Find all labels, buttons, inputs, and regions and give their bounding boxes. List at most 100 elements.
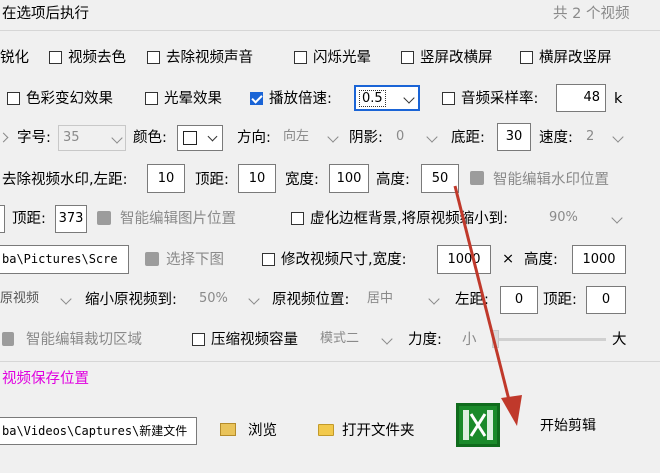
puzzle-icon [97, 211, 111, 225]
annotation-arrow [453, 185, 522, 426]
speed3-value: 2 [586, 129, 595, 144]
save-path-input[interactable]: ba\Videos\Captures\新建文件 [0, 417, 197, 445]
puzzle-icon [470, 171, 484, 185]
vertical-to-horizontal-label[interactable]: 竖屏改横屏 [420, 49, 493, 67]
browse-icon [220, 423, 236, 436]
start-edit-icon [456, 403, 500, 447]
smart-image-button[interactable]: 智能编辑图片位置 [120, 210, 236, 228]
sharpen-label[interactable]: 锐化 [0, 49, 29, 67]
chevron-down-icon [207, 131, 218, 142]
shrink-label: 缩小原视频到: [85, 292, 177, 308]
samplerate-unit: k [614, 91, 623, 107]
shadow-value: 0 [396, 129, 405, 144]
color-swatch [183, 131, 197, 145]
position-label: 原视频位置: [272, 292, 350, 308]
mute-checkbox[interactable] [147, 51, 160, 64]
direction-select[interactable]: 向左 [279, 125, 341, 151]
speed-value: 0.5 [359, 90, 386, 107]
samplerate-checkbox[interactable] [442, 92, 455, 105]
mode-select[interactable]: 模式二 [317, 327, 395, 353]
force-slider-thumb[interactable] [492, 330, 499, 348]
light-effect-checkbox[interactable] [145, 92, 158, 105]
image-top-label: 顶距: [12, 211, 46, 227]
mute-label[interactable]: 去除视频声音 [166, 49, 253, 67]
desaturate-checkbox[interactable] [49, 51, 62, 64]
color-picker[interactable] [177, 125, 223, 151]
watermark-top-input[interactable]: 10 [238, 164, 276, 193]
speed-select[interactable]: 0.5 [354, 85, 420, 111]
resize-height-input[interactable]: 1000 [572, 245, 626, 274]
compress-label[interactable]: 压缩视频容量 [211, 331, 298, 349]
browse-button[interactable]: 浏览 [248, 422, 277, 440]
watermark-width-label: 宽度: [285, 172, 319, 188]
partial-input[interactable] [0, 205, 5, 233]
resize-checkbox[interactable] [262, 253, 275, 266]
speed3-select[interactable]: 2 [582, 125, 626, 151]
image-top-input[interactable]: 373 [55, 205, 87, 233]
speed-checkbox[interactable] [250, 92, 263, 105]
color-warp-label[interactable]: 色彩变幻效果 [26, 90, 113, 108]
resize-width-input[interactable]: 1000 [437, 245, 491, 274]
chevron-down-icon [327, 131, 339, 143]
shadow-select[interactable]: 0 [392, 125, 440, 151]
blur-border-checkbox[interactable] [291, 212, 304, 225]
desaturate-label[interactable]: 视频去色 [68, 49, 126, 67]
select-image-button[interactable]: 选择下图 [166, 251, 224, 269]
mode-value: 模式二 [320, 331, 360, 346]
pos-top-label: 顶距: [543, 292, 577, 308]
font-size-value: 35 [63, 130, 80, 145]
vertical-to-horizontal-checkbox[interactable] [401, 51, 414, 64]
blur-size-select[interactable]: 90% [545, 206, 625, 232]
resize-label[interactable]: 修改视频尺寸,宽度: [281, 251, 407, 269]
bottom-distance-input[interactable]: 30 [497, 123, 531, 151]
smart-crop-button[interactable]: 智能编辑裁切区域 [26, 331, 142, 349]
horizontal-to-vertical-label[interactable]: 横屏改竖屏 [539, 49, 612, 67]
light-effect-label[interactable]: 光晕效果 [164, 90, 222, 108]
force-slider-track[interactable] [494, 338, 606, 341]
flash-label[interactable]: 闪烁光晕 [313, 49, 371, 67]
smart-watermark-button[interactable]: 智能编辑水印位置 [493, 171, 609, 189]
save-location-title: 视频保存位置 [2, 371, 89, 387]
chevron-down-icon [612, 131, 624, 143]
times-symbol: × [502, 251, 515, 267]
position-value: 居中 [367, 291, 394, 306]
blur-border-label[interactable]: 虚化边框背景,将原视频缩小到: [310, 210, 508, 228]
flash-checkbox[interactable] [294, 51, 307, 64]
speed-label[interactable]: 播放倍速: [269, 90, 332, 108]
color-warp-checkbox[interactable] [7, 92, 20, 105]
samplerate-input[interactable]: 48 [556, 84, 606, 112]
image-path-input[interactable]: ba\Pictures\Scre [0, 245, 129, 274]
chevron-down-icon [403, 92, 415, 104]
chevron-down-icon [428, 293, 440, 305]
font-size-select[interactable]: 35 [58, 125, 126, 151]
watermark-left-input[interactable]: 10 [147, 164, 185, 193]
bottom-distance-label: 底距: [451, 130, 485, 146]
direction-label: 方向: [237, 130, 271, 146]
source-select[interactable]: 原视频 [0, 287, 74, 313]
chevron-down-icon [381, 333, 393, 345]
pos-left-input[interactable]: 0 [500, 286, 538, 314]
force-label: 力度: [408, 332, 442, 348]
chevron-down-icon [611, 212, 623, 224]
chevron-icon [0, 132, 9, 143]
horizontal-to-vertical-checkbox[interactable] [520, 51, 533, 64]
chevron-down-icon [111, 132, 123, 144]
chevron-down-icon [426, 131, 438, 143]
resize-height-label: 高度: [524, 252, 558, 268]
video-count: 共 2 个视频 [553, 6, 630, 22]
shadow-label: 阴影: [349, 130, 383, 146]
watermark-top-label: 顶距: [195, 172, 229, 188]
start-edit-button[interactable]: 开始剪辑 [540, 417, 596, 435]
watermark-label[interactable]: 去除视频水印,左距: [2, 171, 128, 189]
crop-icon [2, 332, 14, 346]
samplerate-label[interactable]: 音频采样率: [461, 90, 538, 108]
compress-checkbox[interactable] [192, 333, 205, 346]
position-select[interactable]: 居中 [364, 287, 442, 313]
pos-top-input[interactable]: 0 [586, 286, 626, 314]
image-icon [145, 252, 159, 266]
watermark-width-input[interactable]: 100 [329, 164, 369, 193]
watermark-height-label: 高度: [376, 172, 410, 188]
watermark-height-input[interactable]: 50 [421, 164, 459, 193]
shrink-select[interactable]: 50% [196, 287, 262, 313]
open-folder-button[interactable]: 打开文件夹 [342, 422, 415, 440]
